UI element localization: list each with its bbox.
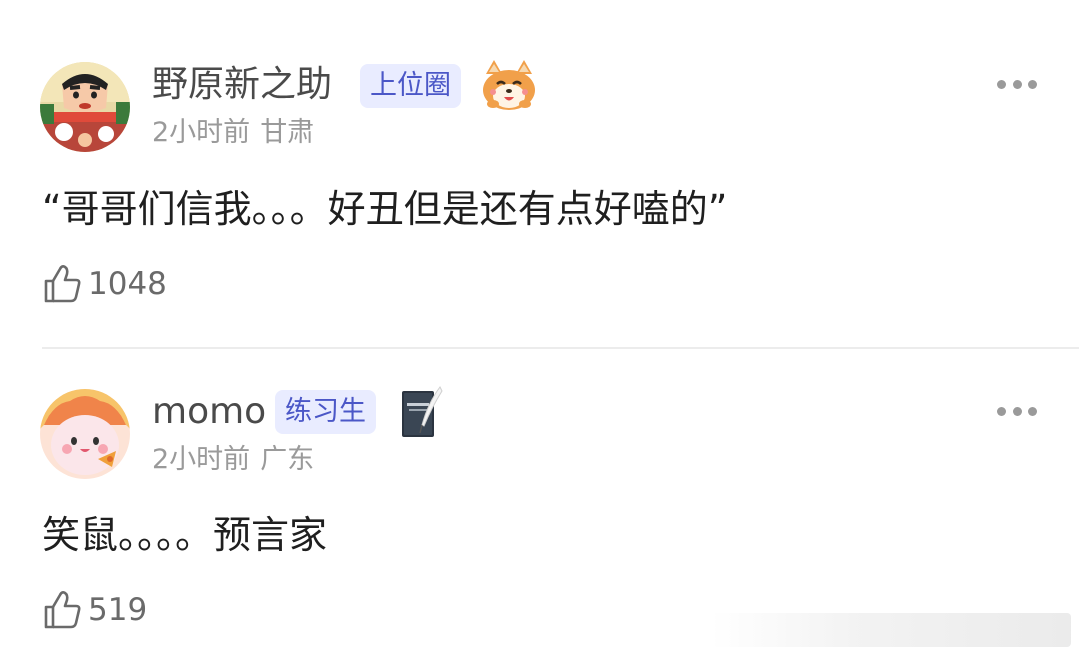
comment-location: 广东 xyxy=(260,444,315,475)
comment-location: 甘肃 xyxy=(260,117,315,148)
comment-meta: 2小时前 广东 xyxy=(152,443,314,477)
more-options-icon[interactable] xyxy=(997,406,1037,416)
comment-item: momo 练习生 2小时前 广东 笑鼠。。。。预言家 519 xyxy=(0,349,1079,655)
like-button[interactable]: 519 xyxy=(42,588,147,632)
username[interactable]: momo xyxy=(152,390,266,434)
comment-time: 2小时前 xyxy=(152,444,251,475)
comment-text: “哥哥们信我。。。好丑但是还有点好嗑的” xyxy=(42,187,728,231)
more-options-icon[interactable] xyxy=(997,79,1037,89)
shiba-dog-sticker-icon xyxy=(480,58,538,112)
notebook-quill-sticker-icon xyxy=(398,385,446,443)
user-level-badge[interactable]: 练习生 xyxy=(275,390,376,434)
user-level-badge[interactable]: 上位圈 xyxy=(360,64,461,108)
comment-meta: 2小时前 甘肃 xyxy=(152,116,314,150)
like-button[interactable]: 1048 xyxy=(42,262,167,306)
crayon-shinchan-avatar-icon xyxy=(40,62,130,152)
thumbs-up-icon xyxy=(44,591,81,629)
comment-time: 2小时前 xyxy=(152,117,251,148)
user-avatar[interactable] xyxy=(40,62,130,152)
username[interactable]: 野原新之助 xyxy=(152,63,332,107)
cartoon-girl-avatar-icon xyxy=(40,389,130,479)
like-count: 519 xyxy=(88,592,148,628)
like-count: 1048 xyxy=(88,266,167,302)
thumbs-up-icon xyxy=(44,265,81,303)
user-avatar[interactable] xyxy=(40,389,130,479)
blurred-watermark xyxy=(711,613,1071,647)
comment-item: 野原新之助 上位圈 2小时前 甘肃 “哥哥们信我。。。好丑但是还有点好嗑的” 1… xyxy=(0,0,1079,348)
comment-text: 笑鼠。。。。预言家 xyxy=(42,513,328,557)
